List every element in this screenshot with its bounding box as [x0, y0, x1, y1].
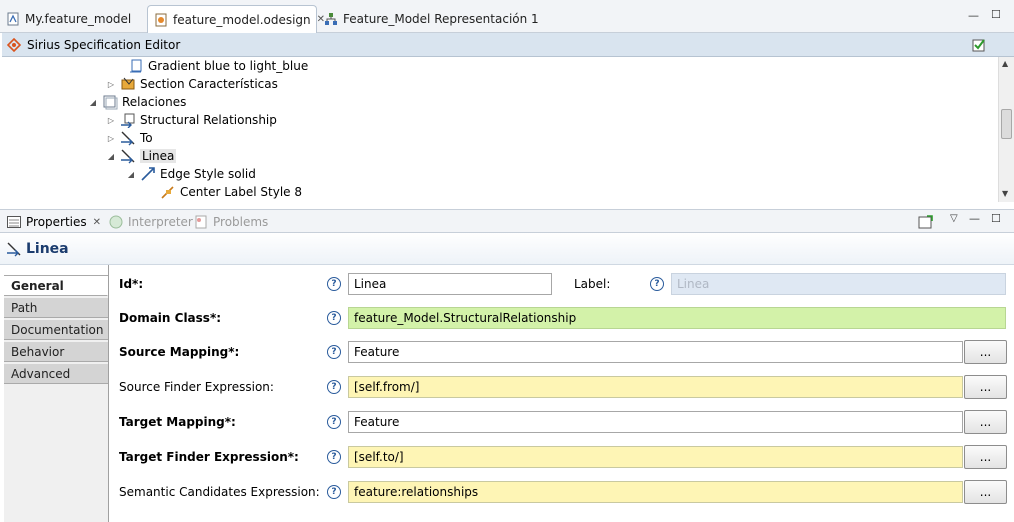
edge-mapping-icon [121, 149, 135, 164]
tab-problems[interactable]: Problems [194, 213, 268, 231]
new-view-icon[interactable] [918, 214, 934, 229]
semantic-candidates-label: Semantic Candidates Expression: [119, 485, 320, 499]
editor-header: Sirius Specification Editor [2, 33, 1014, 57]
collapse-icon[interactable]: ◢ [88, 97, 98, 107]
editor-tab-bar: My.feature_model feature_model.odesign ✕… [0, 0, 1014, 33]
tree-item-section[interactable]: ▷ Section Características [106, 75, 278, 93]
domain-class-field[interactable]: feature_Model.StructuralRelationship [348, 307, 1006, 329]
source-finder-label: Source Finder Expression: [119, 380, 274, 394]
expand-icon[interactable]: ▷ [106, 115, 116, 125]
side-tab-advanced[interactable]: Advanced [4, 364, 108, 384]
semantic-candidates-field[interactable]: feature:relationships [348, 481, 963, 503]
side-tab-documentation[interactable]: Documentation [4, 320, 108, 340]
domain-class-label: Domain Class*: [119, 311, 222, 325]
target-mapping-label: Target Mapping*: [119, 415, 236, 429]
help-icon[interactable]: ? [327, 277, 341, 291]
gradient-style-icon [130, 59, 142, 73]
help-icon[interactable]: ? [327, 450, 341, 464]
tree-item-linea[interactable]: ◢ Linea [106, 147, 177, 165]
layer-icon [103, 95, 118, 110]
target-finder-field[interactable]: [self.to/] [348, 446, 963, 468]
sirius-logo-icon [7, 37, 21, 52]
scrollbar-thumb[interactable] [1001, 109, 1012, 139]
scroll-up-icon[interactable]: ▲ [1002, 59, 1008, 68]
target-mapping-field[interactable]: Feature [348, 411, 963, 433]
semantic-candidates-browse-button[interactable]: ... [964, 480, 1007, 504]
tree-item-edge-style[interactable]: ◢ Edge Style solid [126, 165, 256, 183]
tab-interpreter[interactable]: Interpreter [109, 213, 193, 231]
id-label: Id*: [119, 277, 144, 291]
tree-item-structural-relationship[interactable]: ▷ Structural Relationship [106, 111, 277, 129]
tree-item-label-selected: Linea [140, 149, 177, 163]
editor-tab-my-feature-model[interactable]: My.feature_model [0, 6, 145, 32]
tree-item-relaciones[interactable]: ◢ Relaciones [88, 93, 186, 111]
tab-properties[interactable]: Properties ✕ [7, 213, 101, 231]
expand-icon[interactable]: ▷ [106, 133, 116, 143]
edge-mapping-icon [7, 242, 21, 256]
edge-mapping-icon [121, 113, 135, 128]
target-finder-browse-button[interactable]: ... [964, 445, 1007, 469]
problems-icon [195, 215, 207, 229]
side-tab-path[interactable]: Path [4, 298, 108, 318]
properties-title-bar: Linea [0, 233, 1014, 265]
tab-label: Feature_Model Representación 1 [343, 12, 539, 26]
properties-side-tabs: General Path Documentation Behavior Adva… [4, 265, 109, 522]
editor-tab-representation[interactable]: Feature_Model Representación 1 [318, 6, 539, 32]
source-mapping-label: Source Mapping*: [119, 345, 240, 359]
properties-icon [7, 216, 21, 228]
id-field[interactable]: Linea [348, 273, 552, 295]
target-finder-label: Target Finder Expression*: [119, 450, 299, 464]
interpreter-icon [109, 215, 123, 229]
help-icon[interactable]: ? [327, 380, 341, 394]
maximize-icon[interactable]: ☐ [991, 8, 1001, 21]
help-icon[interactable]: ? [327, 415, 341, 429]
tree-item-to[interactable]: ▷ To [106, 129, 153, 147]
tree-item-gradient[interactable]: Gradient blue to light_blue [128, 57, 308, 75]
edge-style-icon [141, 167, 155, 181]
tree-scrollbar[interactable]: ▲ ▼ [998, 57, 1014, 202]
specification-tree: Gradient blue to light_blue ▷ Section Ca… [2, 57, 998, 202]
label-field[interactable]: Linea [671, 273, 1006, 295]
side-tab-behavior[interactable]: Behavior [4, 342, 108, 362]
maximize-icon[interactable]: ☐ [991, 212, 1001, 225]
help-icon[interactable]: ? [327, 311, 341, 325]
close-icon[interactable]: ✕ [93, 217, 101, 228]
source-mapping-field[interactable]: Feature [348, 341, 963, 363]
label-style-icon [161, 186, 174, 199]
help-icon[interactable]: ? [327, 345, 341, 359]
separator [0, 202, 1014, 209]
editor-title: Sirius Specification Editor [27, 37, 181, 52]
side-tab-general[interactable]: General [4, 276, 108, 296]
help-icon[interactable]: ? [650, 277, 664, 291]
feature-model-file-icon [7, 12, 19, 26]
tab-label: feature_model.odesign [173, 12, 311, 27]
source-finder-field[interactable]: [self.from/] [348, 376, 963, 398]
source-finder-browse-button[interactable]: ... [964, 375, 1007, 399]
collapse-icon[interactable]: ◢ [126, 169, 136, 179]
validate-icon[interactable] [971, 37, 987, 53]
section-icon [121, 77, 135, 90]
collapse-icon[interactable]: ◢ [106, 151, 116, 161]
tab-label: My.feature_model [25, 12, 132, 26]
side-tabs-spacer [4, 265, 108, 276]
properties-title: Linea [26, 240, 69, 257]
minimize-icon[interactable]: — [968, 9, 979, 22]
tree-item-center-label-style[interactable]: Center Label Style 8 [160, 183, 302, 201]
editor-tab-feature-model-odesign[interactable]: feature_model.odesign ✕ [147, 5, 325, 33]
scroll-down-icon[interactable]: ▼ [1002, 189, 1008, 198]
target-mapping-browse-button[interactable]: ... [964, 410, 1007, 434]
minimize-icon[interactable]: — [969, 212, 980, 225]
view-tab-bar: Properties ✕ Interpreter Problems ▽ — ☐ [0, 209, 1014, 233]
odesign-file-icon [155, 13, 167, 26]
label-label: Label: [574, 277, 611, 291]
expand-icon[interactable]: ▷ [106, 79, 116, 89]
help-icon[interactable]: ? [327, 485, 341, 499]
view-menu-icon[interactable]: ▽ [950, 213, 958, 224]
diagram-icon [325, 13, 337, 25]
edge-mapping-icon [121, 131, 135, 146]
source-mapping-browse-button[interactable]: ... [964, 340, 1007, 364]
